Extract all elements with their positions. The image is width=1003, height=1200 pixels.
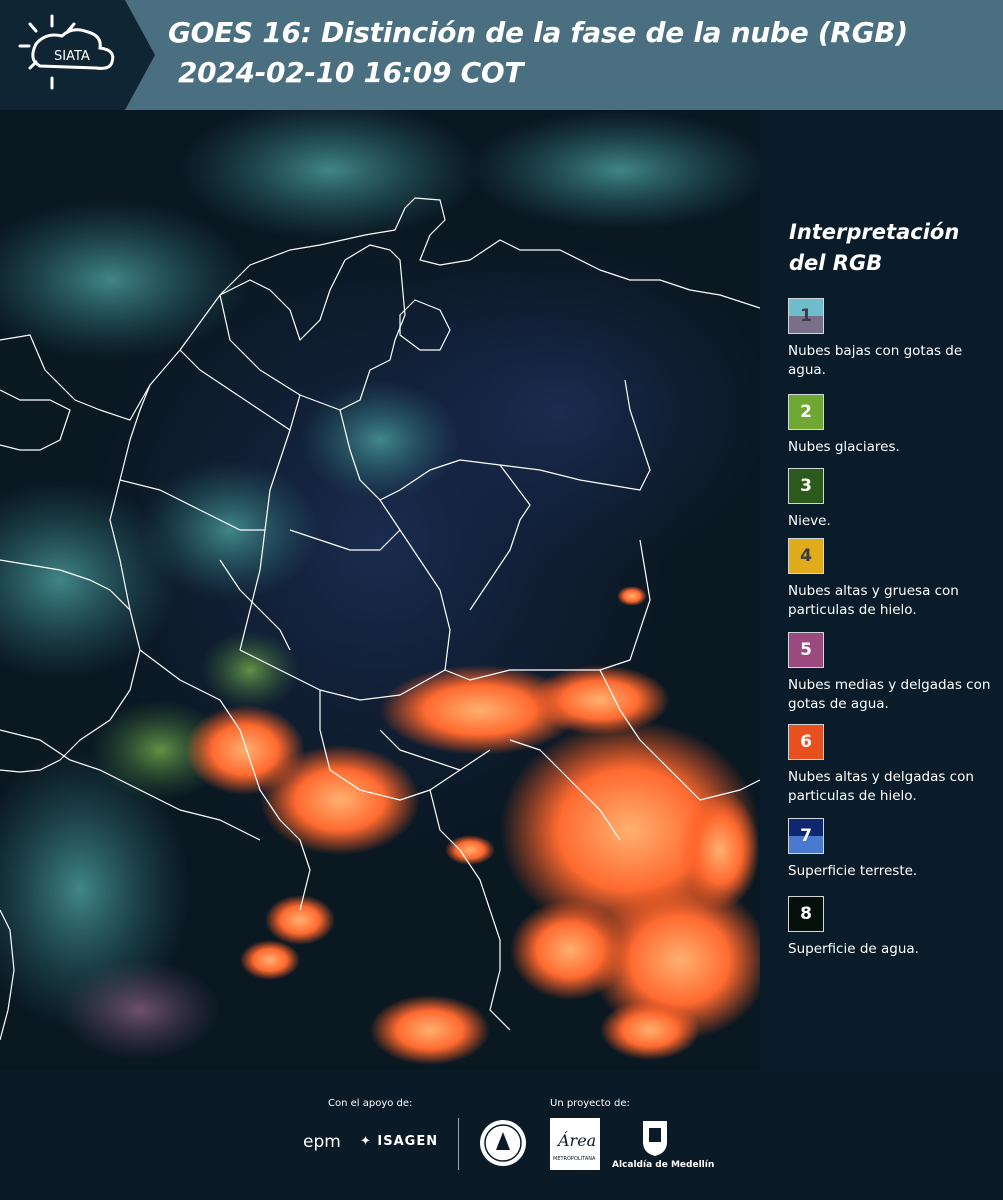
area-logo-text: Área	[556, 1130, 596, 1150]
legend-label-2: Nubes glaciares.	[788, 439, 900, 455]
isagen-logo: ✦ ISAGEN	[360, 1134, 438, 1149]
alcaldia-shield-icon	[640, 1118, 670, 1158]
legend-number-4: 4	[800, 546, 812, 566]
medellin-seal-icon	[478, 1118, 528, 1168]
legend-item-3: 3 Nieve.	[788, 468, 998, 531]
legend-swatch-3: 3	[788, 468, 824, 504]
area-metropolitana-logo: Área METROPOLITANA	[550, 1118, 600, 1170]
header-bar: SIATA GOES 16: Distinción de la fase de …	[0, 0, 1003, 110]
legend-number-1: 1	[800, 306, 812, 326]
legend-item-7: 7 Superficie terreste.	[788, 818, 998, 881]
legend-panel: Interpretación del RGB 1 Nubes bajas con…	[760, 110, 1003, 1070]
legend-label-7: Superficie terreste.	[788, 863, 918, 879]
legend-swatch-1: 1	[788, 298, 824, 334]
legend-number-5: 5	[800, 640, 812, 660]
legend-swatch-2: 2	[788, 394, 824, 430]
siata-logo: SIATA	[0, 0, 155, 110]
legend-number-7: 7	[800, 826, 812, 846]
legend-swatch-7: 7	[788, 818, 824, 854]
satellite-rgb-map-icon	[0, 110, 760, 1070]
legend-number-6: 6	[800, 732, 812, 752]
page-title: GOES 16: Distinción de la fase de la nub…	[168, 16, 908, 49]
legend-item-4: 4 Nubes altas y gruesa con particulas de…	[788, 538, 998, 620]
legend-swatch-5: 5	[788, 632, 824, 668]
epm-logo: epm	[303, 1132, 341, 1152]
isagen-star-icon: ✦	[360, 1134, 378, 1149]
legend-swatch-8: 8	[788, 896, 824, 932]
legend-number-3: 3	[800, 476, 812, 496]
legend-item-5: 5 Nubes medias y delgadas con gotas de a…	[788, 632, 998, 714]
project-label: Un proyecto de:	[550, 1098, 630, 1109]
support-label: Con el apoyo de:	[328, 1098, 413, 1109]
siata-logo-text: SIATA	[54, 49, 90, 64]
satellite-map	[0, 110, 760, 1070]
alcaldia-label: Alcaldía de Medellín	[612, 1160, 715, 1170]
siata-logo-icon: SIATA	[0, 0, 155, 110]
area-logo-subtext: METROPOLITANA	[553, 1156, 596, 1162]
legend-item-8: 8 Superficie de agua.	[788, 896, 998, 959]
isagen-logo-text: ISAGEN	[377, 1134, 439, 1149]
legend-swatch-6: 6	[788, 724, 824, 760]
legend-label-6: Nubes altas y delgadas con particulas de…	[788, 769, 974, 804]
legend-label-8: Superficie de agua.	[788, 941, 919, 957]
timestamp: 2024-02-10 16:09 COT	[178, 56, 524, 89]
footer-divider	[458, 1118, 459, 1170]
legend-item-2: 2 Nubes glaciares.	[788, 394, 998, 457]
legend-label-4: Nubes altas y gruesa con particulas de h…	[788, 583, 959, 618]
legend-number-8: 8	[800, 904, 812, 924]
legend-label-5: Nubes medias y delgadas con gotas de agu…	[788, 677, 991, 712]
legend-label-1: Nubes bajas con gotas de agua.	[788, 343, 963, 378]
legend-title: Interpretación del RGB	[789, 220, 960, 275]
legend-item-6: 6 Nubes altas y delgadas con particulas …	[788, 724, 998, 806]
footer: Con el apoyo de: Un proyecto de: epm ✦ I…	[0, 1070, 1003, 1200]
legend-swatch-4: 4	[788, 538, 824, 574]
legend-number-2: 2	[800, 402, 812, 422]
legend-item-1: 1 Nubes bajas con gotas de agua.	[788, 298, 998, 380]
legend-label-3: Nieve.	[788, 513, 831, 529]
